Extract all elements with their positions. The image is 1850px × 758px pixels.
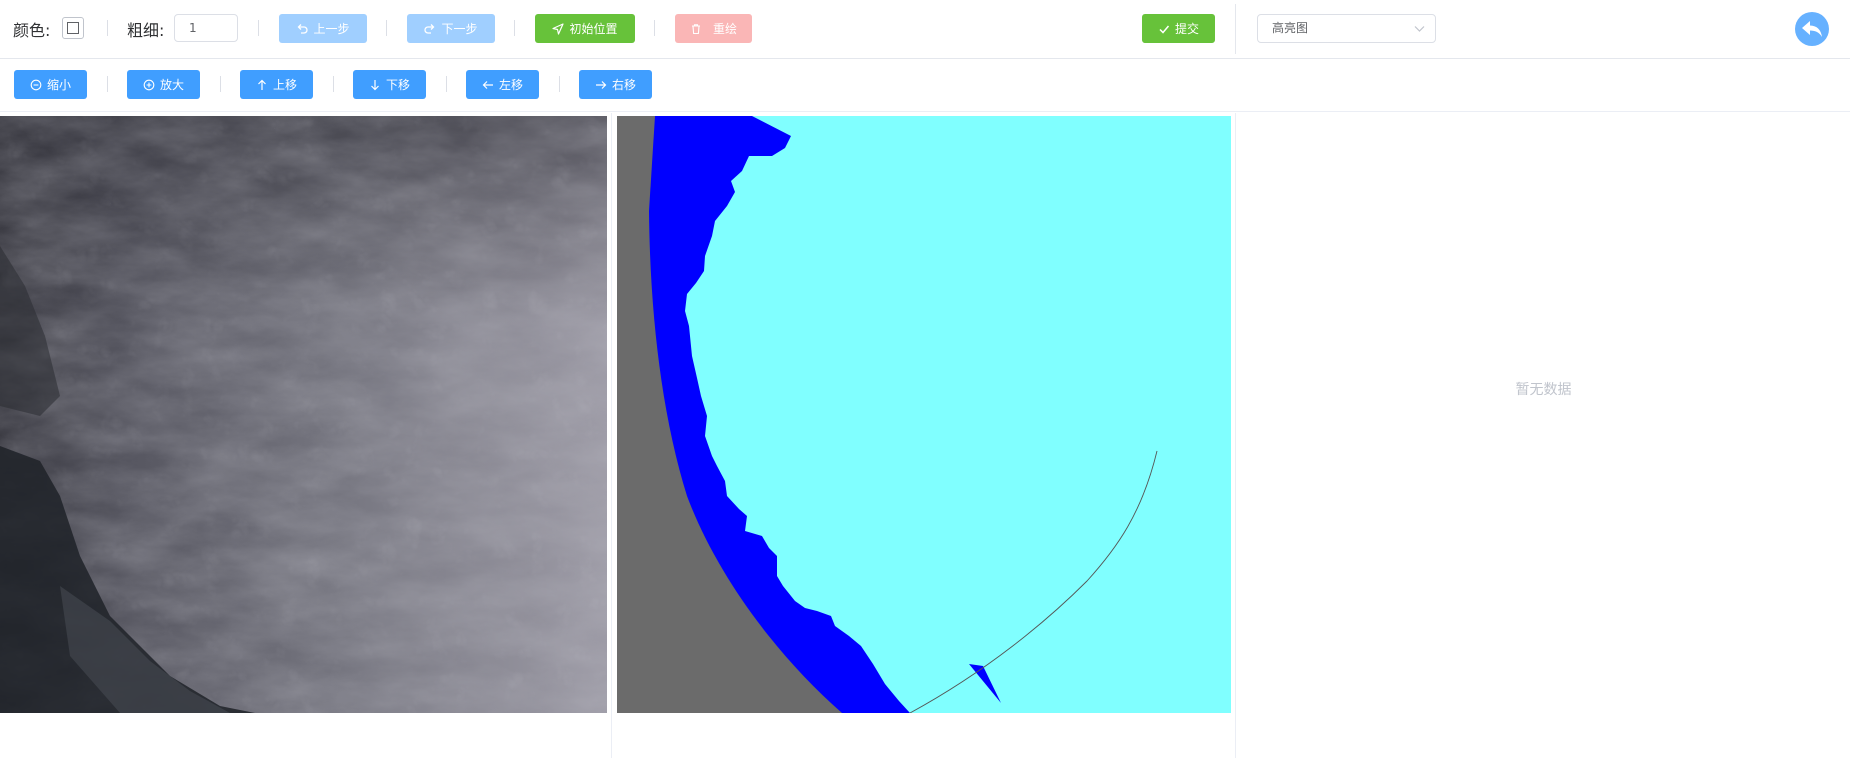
arrow-right-icon	[595, 80, 607, 89]
move-left-label: 左移	[498, 78, 523, 92]
satellite-image[interactable]	[0, 116, 607, 713]
toolbar-divider	[107, 76, 108, 92]
thickness-input[interactable]	[174, 14, 238, 42]
check-icon	[1159, 25, 1170, 34]
trash-icon	[691, 23, 700, 34]
redraw-label: 重绘	[712, 22, 737, 36]
zoom-in-label: 放大	[159, 78, 184, 92]
thickness-label: 粗细:	[127, 21, 165, 40]
zoom-in-button[interactable]: 放大	[127, 70, 200, 99]
back-arrow-icon	[1802, 21, 1822, 37]
toolbar-divider	[559, 76, 560, 92]
arrow-down-icon	[371, 79, 379, 90]
view-type-select[interactable]: 高亮图	[1257, 14, 1436, 43]
move-right-label: 右移	[611, 78, 636, 92]
empty-state-text: 暂无数据	[1515, 382, 1572, 398]
undo-icon	[298, 23, 309, 34]
main-toolbar: 颜色: 粗细: 上一步 下一步 初始位置 重绘 提交 高亮图	[0, 0, 1850, 59]
undo-label: 上一步	[313, 22, 350, 36]
redo-icon	[424, 23, 435, 34]
redraw-button[interactable]: 重绘	[675, 14, 752, 43]
redo-button[interactable]: 下一步	[407, 14, 495, 43]
arrow-up-icon	[258, 79, 266, 90]
toolbar-divider	[446, 76, 447, 92]
zoom-out-label: 缩小	[46, 78, 71, 92]
back-button[interactable]	[1795, 12, 1829, 46]
move-up-label: 上移	[272, 78, 297, 92]
panel-divider	[1235, 113, 1236, 758]
toolbar-divider	[654, 20, 655, 36]
move-down-label: 下移	[385, 78, 410, 92]
submit-button[interactable]: 提交	[1142, 14, 1215, 43]
reset-position-label: 初始位置	[569, 22, 618, 36]
zoom-in-icon	[143, 79, 155, 90]
toolbar-divider	[1235, 4, 1236, 54]
chevron-down-icon	[1414, 26, 1425, 32]
toolbar-divider	[258, 20, 259, 36]
zoom-out-button[interactable]: 缩小	[14, 70, 87, 99]
toolbar-divider	[107, 20, 108, 36]
panel-divider	[611, 113, 612, 758]
redo-label: 下一步	[441, 22, 478, 36]
zoom-out-icon	[30, 79, 42, 90]
toolbar-divider	[386, 20, 387, 36]
color-picker[interactable]	[62, 17, 84, 39]
toolbar-divider	[514, 20, 515, 36]
toolbar-divider	[333, 76, 334, 92]
color-label: 颜色:	[13, 21, 51, 40]
classification-mask[interactable]	[617, 116, 1231, 713]
reset-position-button[interactable]: 初始位置	[535, 14, 635, 43]
submit-label: 提交	[1174, 22, 1199, 36]
move-left-button[interactable]: 左移	[466, 70, 539, 99]
move-up-button[interactable]: 上移	[240, 70, 313, 99]
move-right-button[interactable]: 右移	[579, 70, 652, 99]
navigation-toolbar: 缩小 放大 上移 下移 左移 右移	[0, 59, 1850, 112]
view-type-value: 高亮图	[1272, 21, 1309, 35]
undo-button[interactable]: 上一步	[279, 14, 367, 43]
toolbar-divider	[220, 76, 221, 92]
arrow-left-icon	[482, 80, 493, 89]
navigation-arrow-icon	[552, 22, 565, 35]
move-down-button[interactable]: 下移	[353, 70, 426, 99]
